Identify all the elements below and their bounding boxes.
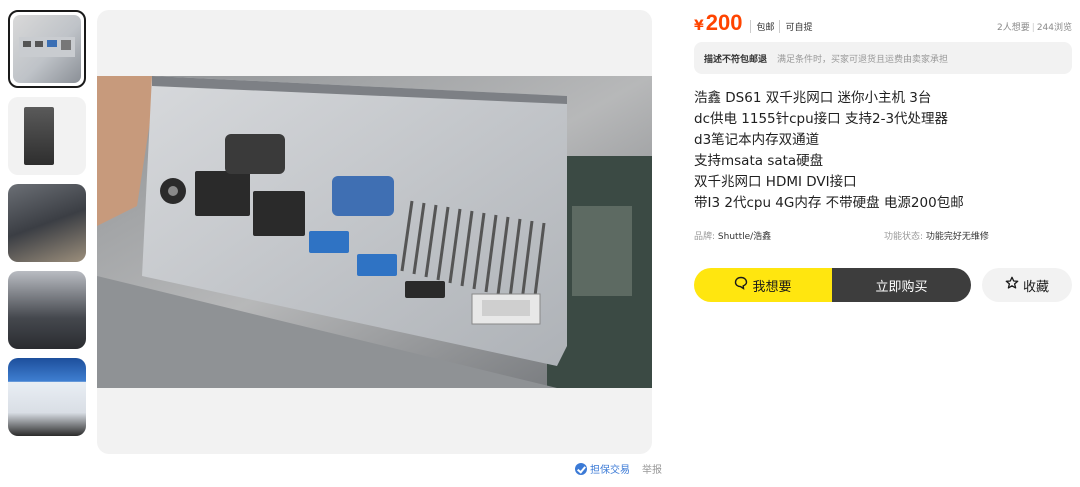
tag-free-shipping: 包邮: [750, 20, 779, 33]
description-line: 带I3 2代cpu 4G内存 不带硬盘 电源200包邮: [694, 195, 964, 211]
attribute-key: 功能状态:: [884, 232, 924, 242]
favorite-button[interactable]: 收藏: [982, 268, 1072, 302]
thumbnail-3[interactable]: [8, 184, 86, 262]
thumbnail-image: [8, 97, 86, 175]
attribute-key: 品牌:: [694, 232, 716, 242]
currency-symbol: ¥: [694, 18, 704, 34]
buy-button-label: 立即购买: [875, 279, 928, 295]
description-line: d3笔记本内存双通道: [694, 132, 820, 148]
notice-detail: 满足条件时，买家可退货且运费由卖家承担: [777, 54, 949, 65]
thumbnail-image: [8, 271, 86, 349]
price-amount: 200: [705, 10, 743, 35]
attribute-value: Shuttle/浩鑫: [717, 232, 772, 242]
chat-bubble-icon: [734, 276, 748, 294]
thumbnail-image: [8, 184, 86, 262]
report-link[interactable]: 举报: [642, 461, 662, 476]
attribute-brand: 品牌: Shuttle/浩鑫: [694, 229, 884, 242]
buy-now-button[interactable]: 立即购买: [832, 268, 971, 302]
thumbnail-strip: [8, 10, 86, 445]
return-notice: 描述不符包邮退 满足条件时，买家可退货且运费由卖家承担: [694, 42, 1072, 74]
want-button[interactable]: 我想要: [694, 268, 832, 302]
tag-self-pickup: 可自提: [779, 20, 817, 33]
product-photo: [97, 76, 652, 388]
thumbnail-2[interactable]: [8, 97, 86, 175]
description-line: dc供电 1155针cpu接口 支持2-3代处理器: [694, 111, 949, 127]
item-description: 浩鑫 DS61 双千兆网口 迷你小主机 3台 dc供电 1155针cpu接口 支…: [694, 88, 1074, 214]
description-line: 浩鑫 DS61 双千兆网口 迷你小主机 3台: [694, 90, 932, 106]
favorite-button-label: 收藏: [1022, 279, 1049, 295]
item-attributes: 品牌: Shuttle/浩鑫 功能状态: 功能完好无维修: [694, 229, 1074, 242]
notice-title: 描述不符包邮退: [704, 54, 768, 65]
views-count: 244浏览: [1036, 23, 1072, 33]
thumbnail-image: [8, 358, 86, 436]
item-stats: 2人想要 | 244浏览: [997, 23, 1072, 33]
action-bar: 我想要 立即购买 收藏: [694, 268, 1074, 302]
shield-check-icon: [575, 462, 587, 475]
thumbnail-1[interactable]: [8, 10, 86, 88]
attribute-condition: 功能状态: 功能完好无维修: [884, 229, 1074, 242]
main-image-viewer[interactable]: [97, 10, 652, 454]
star-icon: [1005, 276, 1019, 294]
wants-count: 2人想要: [997, 23, 1030, 33]
want-button-label: 我想要: [752, 279, 792, 295]
photo-footer: 担保交易 举报: [575, 461, 662, 476]
description-line: 双千兆网口 HDMI DVI接口: [694, 174, 857, 190]
description-line: 支持msata sata硬盘: [694, 153, 824, 169]
guarantee-link[interactable]: 担保交易: [590, 461, 630, 476]
attribute-value: 功能完好无维修: [925, 232, 989, 242]
thumbnail-5[interactable]: [8, 358, 86, 436]
thumbnail-image: [13, 15, 81, 83]
thumbnail-4[interactable]: [8, 271, 86, 349]
